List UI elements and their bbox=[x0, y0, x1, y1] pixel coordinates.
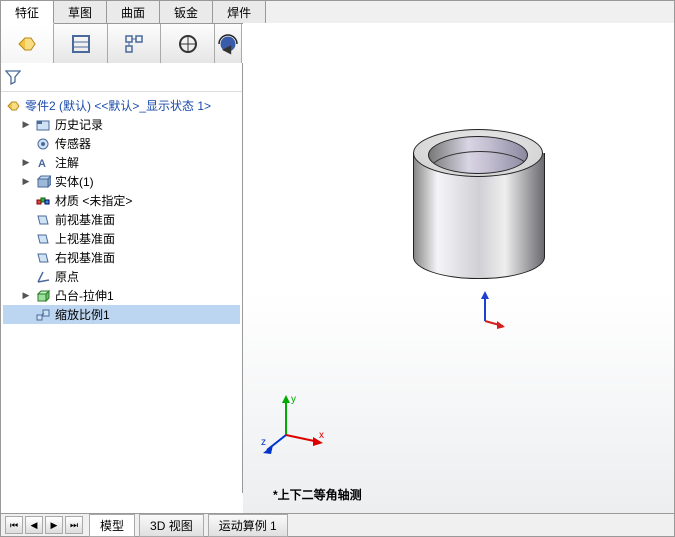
solid-icon bbox=[35, 174, 51, 190]
tree-item-label: 历史记录 bbox=[55, 116, 103, 133]
tree-sensors[interactable]: 传感器 bbox=[3, 134, 240, 153]
tree-annotations[interactable]: ▶ A 注解 bbox=[3, 153, 240, 172]
annotation-icon: A bbox=[35, 155, 51, 171]
triad-y-label: y bbox=[291, 394, 296, 405]
tab-feature[interactable]: 特征 bbox=[1, 1, 54, 24]
tree-item-label: 右视基准面 bbox=[55, 249, 115, 266]
tree-material[interactable]: 材质 <未指定> bbox=[3, 191, 240, 210]
tab-weldment[interactable]: 焊件 bbox=[213, 1, 266, 23]
bottom-tabbar: ⏮ ◀ ▶ ⏭ 模型 3D 视图 运动算例 1 bbox=[1, 513, 674, 536]
expand-icon: ▶ bbox=[21, 119, 31, 130]
feature-manager-tab[interactable] bbox=[1, 24, 54, 64]
tree-item-label: 实体(1) bbox=[55, 173, 94, 190]
ribbon-tabs: 特征 草图 曲面 钣金 焊件 bbox=[1, 1, 674, 24]
folder-icon bbox=[35, 117, 51, 133]
tree-item-label: 材质 <未指定> bbox=[55, 192, 132, 209]
model-origin-mark bbox=[475, 291, 505, 334]
feature-tree-panel: 零件2 (默认) <<默认>_显示状态 1> ▶ 历史记录 传感器 ▶ A 注解 ▶ 实… bbox=[1, 63, 243, 493]
bottom-tab-model[interactable]: 模型 bbox=[89, 514, 135, 537]
expand-icon: ▶ bbox=[21, 290, 31, 301]
plane-icon bbox=[35, 231, 51, 247]
model-cylinder bbox=[413, 153, 545, 279]
view-orientation-label: *上下二等角轴测 bbox=[273, 486, 362, 503]
tree-item-label: 前视基准面 bbox=[55, 211, 115, 228]
tab-scroll-buttons: ⏮ ◀ ▶ ⏭ bbox=[5, 516, 85, 534]
tree-history[interactable]: ▶ 历史记录 bbox=[3, 115, 240, 134]
config-manager-tab[interactable] bbox=[108, 24, 161, 64]
filter-row bbox=[1, 63, 242, 92]
tree-extrude[interactable]: ▶ 凸台-拉伸1 bbox=[3, 286, 240, 305]
property-manager-tab[interactable] bbox=[54, 24, 107, 64]
tree-right-plane[interactable]: 右视基准面 bbox=[3, 248, 240, 267]
filter-icon[interactable] bbox=[5, 69, 21, 85]
scale-icon bbox=[35, 307, 51, 323]
extrude-icon bbox=[35, 288, 51, 304]
tab-surface[interactable]: 曲面 bbox=[107, 1, 160, 23]
tree-item-label: 传感器 bbox=[55, 135, 91, 152]
tree-origin[interactable]: 原点 bbox=[3, 267, 240, 286]
tree-root[interactable]: 零件2 (默认) <<默认>_显示状态 1> bbox=[3, 96, 240, 115]
tree-scale[interactable]: 缩放比例1 bbox=[3, 305, 240, 324]
bottom-tab-motion[interactable]: 运动算例 1 bbox=[208, 514, 288, 537]
tree-item-label: 注解 bbox=[55, 154, 79, 171]
3d-viewport[interactable]: y x z *上下二等角轴测 bbox=[243, 23, 674, 513]
tree-solids[interactable]: ▶ 实体(1) bbox=[3, 172, 240, 191]
tree-front-plane[interactable]: 前视基准面 bbox=[3, 210, 240, 229]
tree-item-label: 缩放比例1 bbox=[55, 306, 110, 323]
feature-tree: 零件2 (默认) <<默认>_显示状态 1> ▶ 历史记录 传感器 ▶ A 注解 ▶ 实… bbox=[1, 92, 242, 328]
tree-root-label: 零件2 (默认) <<默认>_显示状态 1> bbox=[25, 97, 211, 114]
sensor-icon bbox=[35, 136, 51, 152]
scroll-next-icon[interactable]: ▶ bbox=[45, 516, 63, 534]
dimxpert-tab[interactable] bbox=[161, 24, 214, 64]
triad-x-label: x bbox=[319, 430, 324, 441]
view-triad[interactable]: y x z bbox=[261, 390, 331, 463]
expand-icon: ▶ bbox=[21, 157, 31, 168]
origin-icon bbox=[35, 269, 51, 285]
tree-item-label: 上视基准面 bbox=[55, 230, 115, 247]
scroll-last-icon[interactable]: ⏭ bbox=[65, 516, 83, 534]
tab-sheetmetal[interactable]: 钣金 bbox=[160, 1, 213, 23]
tree-top-plane[interactable]: 上视基准面 bbox=[3, 229, 240, 248]
material-icon bbox=[35, 193, 51, 209]
plane-icon bbox=[35, 250, 51, 266]
tree-item-label: 原点 bbox=[55, 268, 79, 285]
svg-text:A: A bbox=[38, 158, 46, 170]
expand-icon: ▶ bbox=[21, 176, 31, 187]
part-icon bbox=[5, 98, 21, 114]
plane-icon bbox=[35, 212, 51, 228]
tab-sketch[interactable]: 草图 bbox=[54, 1, 107, 23]
overflow-tab[interactable]: ◀ bbox=[215, 24, 242, 64]
bottom-tab-3dview[interactable]: 3D 视图 bbox=[139, 514, 204, 537]
svg-text:◀: ◀ bbox=[222, 42, 232, 56]
scroll-first-icon[interactable]: ⏮ bbox=[5, 516, 23, 534]
tree-item-label: 凸台-拉伸1 bbox=[55, 287, 114, 304]
scroll-prev-icon[interactable]: ◀ bbox=[25, 516, 43, 534]
triad-z-label: z bbox=[261, 437, 266, 448]
panel-tab-bar: ◀ bbox=[1, 24, 242, 65]
